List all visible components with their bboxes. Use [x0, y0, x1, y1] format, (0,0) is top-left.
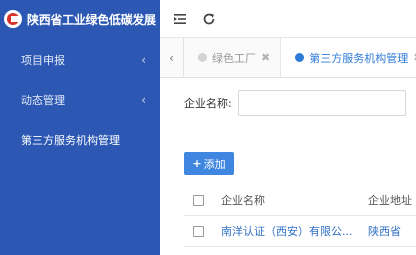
- close-icon[interactable]: ✖: [261, 51, 270, 64]
- company-address-cell: 陕西省: [368, 225, 401, 238]
- table-header-row: 企业名称 企业地址: [184, 185, 416, 216]
- tab-status-dot-icon: [198, 53, 207, 62]
- data-table: 企业名称 企业地址 南洋认证（西安）有限公... 陕西省: [184, 185, 416, 247]
- row-checkbox[interactable]: [193, 225, 204, 237]
- column-header-company-address[interactable]: 企业地址: [368, 192, 412, 208]
- sidebar-item-label: 动态管理: [21, 94, 65, 107]
- top-bar: [160, 0, 416, 38]
- tabs-bar: ‹ 绿色工厂 ✖ 第三方服务机构管理 ✖: [160, 38, 416, 78]
- plus-icon: +: [192, 157, 202, 170]
- app-title: 陕西省工业绿色低碳发展: [27, 12, 156, 27]
- logo-icon: [4, 10, 22, 28]
- brand-row: 陕西省工业绿色低碳发展: [0, 0, 160, 38]
- chevron-left-icon: ‹: [141, 53, 146, 67]
- select-all-checkbox[interactable]: [193, 194, 204, 206]
- sidebar-item-label: 第三方服务机构管理: [21, 134, 120, 147]
- sidebar-item-dynamic-management[interactable]: 动态管理 ‹: [0, 80, 160, 120]
- sidebar-item-label: 项目申报: [21, 54, 65, 67]
- menu-collapse-icon[interactable]: [173, 12, 187, 26]
- sidebar-item-project-apply[interactable]: 项目申报 ‹: [0, 40, 160, 80]
- tab-status-dot-icon: [295, 53, 305, 62]
- tab-third-party-management[interactable]: 第三方服务机构管理 ✖: [281, 38, 416, 77]
- tab-label: 第三方服务机构管理: [309, 51, 409, 65]
- app-window: 陕西省工业绿色低碳发展 项目申报 ‹ 动态管理 ‹ 第三方服务机构管理 ‹ 绿色…: [0, 0, 416, 255]
- chevron-left-icon: ‹: [141, 93, 146, 107]
- company-name-link[interactable]: 南洋认证（西安）有限公...: [221, 223, 368, 239]
- sidebar-item-third-party-management[interactable]: 第三方服务机构管理: [0, 120, 160, 160]
- company-name-input[interactable]: [237, 90, 406, 116]
- tab-green-factory[interactable]: 绿色工厂 ✖: [184, 38, 282, 77]
- main-content: 企业名称: + 添加 企业名称 企业地址 南洋认证（西安）有限公... 陕西省: [160, 78, 416, 255]
- sidebar: 陕西省工业绿色低碳发展 项目申报 ‹ 动态管理 ‹ 第三方服务机构管理: [0, 0, 160, 255]
- table-row[interactable]: 南洋认证（西安）有限公... 陕西省: [184, 216, 416, 247]
- add-button[interactable]: + 添加: [184, 152, 234, 175]
- search-form: 企业名称:: [184, 90, 406, 116]
- tab-label: 绿色工厂: [212, 51, 256, 65]
- add-button-label: 添加: [203, 157, 226, 171]
- tab-scroll-left-button[interactable]: ‹: [160, 38, 184, 77]
- company-name-label: 企业名称:: [184, 97, 232, 110]
- column-header-company-name[interactable]: 企业名称: [221, 192, 368, 208]
- refresh-icon[interactable]: [202, 12, 216, 26]
